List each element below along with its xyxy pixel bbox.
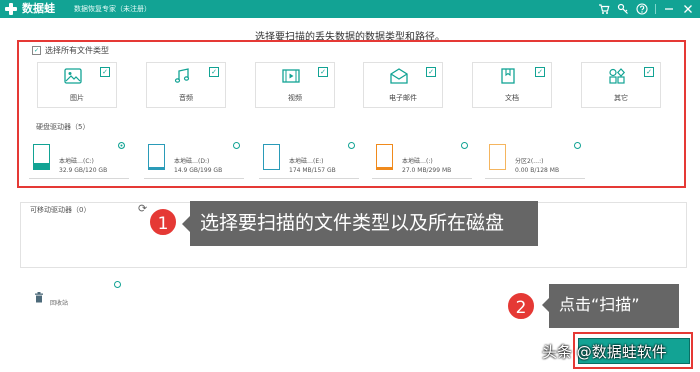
callout-step-2: 点击“扫描” bbox=[542, 284, 679, 328]
image-icon bbox=[64, 68, 82, 84]
drive-usage-fill bbox=[34, 162, 49, 169]
checkbox-checked-icon[interactable]: ✓ bbox=[209, 67, 219, 77]
checkbox-checked-icon[interactable]: ✓ bbox=[318, 67, 328, 77]
disk-radio[interactable] bbox=[574, 142, 581, 149]
drive-icon bbox=[376, 144, 393, 170]
drive-usage-fill bbox=[377, 166, 392, 169]
key-icon[interactable] bbox=[617, 3, 629, 15]
checkbox-checked-icon[interactable]: ✓ bbox=[426, 67, 436, 77]
file-type-tile-image[interactable]: ✓ 图片 bbox=[37, 62, 117, 108]
disk-usage-bar bbox=[29, 178, 129, 179]
disk-radio[interactable] bbox=[348, 142, 355, 149]
app-name: 数据蛙 bbox=[22, 2, 55, 15]
video-icon bbox=[282, 68, 300, 84]
file-type-label: 电子邮件 bbox=[389, 94, 417, 102]
disk-size: 14.9 GB/199 GB bbox=[174, 167, 223, 174]
drive-usage-fill bbox=[149, 166, 164, 169]
app-logo-icon bbox=[4, 2, 18, 16]
disk-usage-bar bbox=[485, 178, 585, 179]
select-all-label: 选择所有文件类型 bbox=[45, 46, 109, 55]
disk-size: 0.00 B/128 MB bbox=[515, 167, 560, 174]
hard-disk-section-title: 硬盘驱动器（5） bbox=[36, 123, 90, 131]
disk-usage-bar bbox=[372, 178, 472, 179]
disk-size: 27.0 MB/299 MB bbox=[402, 167, 452, 174]
checkbox-checked-icon[interactable]: ✓ bbox=[535, 67, 545, 77]
file-type-tile-other[interactable]: ✓ 其它 bbox=[581, 62, 661, 108]
disk-usage-bar bbox=[259, 178, 359, 179]
drive-icon bbox=[263, 144, 280, 170]
step-badge-2: 2 bbox=[506, 291, 536, 321]
disk-name: 本地磁…(C:) bbox=[59, 158, 94, 165]
removable-drive-title: 可移动驱动器（0） bbox=[30, 206, 91, 214]
drive-icon bbox=[33, 144, 50, 170]
file-type-tile-document[interactable]: ✓ 文档 bbox=[472, 62, 552, 108]
checkbox-checked-icon[interactable]: ✓ bbox=[644, 67, 654, 77]
disk-name: 分区2(…:) bbox=[515, 158, 544, 165]
disk-usage-bar bbox=[144, 178, 244, 179]
disk-size: 174 MB/157 GB bbox=[289, 167, 336, 174]
disk-item[interactable]: 本地磁…(E:) 174 MB/157 GB bbox=[259, 136, 367, 180]
close-icon[interactable] bbox=[682, 3, 694, 15]
checkbox-checked-icon[interactable]: ✓ bbox=[100, 67, 110, 77]
title-bar: 数据蛙 数据恢复专家（未注册） bbox=[0, 0, 700, 18]
disk-name: 本地磁…(E:) bbox=[289, 158, 324, 165]
other-icon bbox=[608, 68, 626, 84]
refresh-icon[interactable]: ⟳ bbox=[138, 202, 147, 215]
disk-item[interactable]: 本地磁…(C:) 32.9 GB/120 GB bbox=[29, 136, 137, 180]
help-icon[interactable] bbox=[636, 3, 648, 15]
titlebar-controls bbox=[598, 2, 694, 16]
file-type-label: 视频 bbox=[288, 94, 302, 102]
titlebar-divider bbox=[655, 4, 656, 14]
audio-icon bbox=[173, 68, 191, 84]
callout-text: 选择要扫描的文件类型以及所在磁盘 bbox=[200, 212, 505, 234]
file-type-tile-email[interactable]: ✓ 电子邮件 bbox=[363, 62, 443, 108]
disk-name: 本地磁…(:) bbox=[402, 158, 433, 165]
file-type-label: 图片 bbox=[70, 94, 84, 102]
cart-icon[interactable] bbox=[598, 3, 610, 15]
file-type-tile-audio[interactable]: ✓ 音频 bbox=[146, 62, 226, 108]
minimize-icon[interactable] bbox=[663, 3, 675, 15]
file-type-label: 其它 bbox=[614, 94, 628, 102]
callout-step-1: 选择要扫描的文件类型以及所在磁盘 bbox=[182, 201, 538, 246]
disk-list: 本地磁…(C:) 32.9 GB/120 GB 本地磁…(D:) 14.9 GB… bbox=[29, 136, 676, 182]
disk-radio[interactable] bbox=[461, 142, 468, 149]
disk-item[interactable]: 本地磁…(D:) 14.9 GB/199 GB bbox=[144, 136, 252, 180]
file-type-label: 文档 bbox=[505, 94, 519, 102]
document-icon bbox=[499, 68, 517, 84]
app-subtitle: 数据恢复专家（未注册） bbox=[74, 5, 151, 13]
trash-icon bbox=[34, 292, 44, 303]
recycle-bin-label: 回收站 bbox=[50, 300, 69, 307]
select-all-checkbox[interactable]: ✓ 选择所有文件类型 bbox=[32, 45, 109, 56]
file-type-label: 音频 bbox=[179, 94, 193, 102]
disk-item[interactable]: 本地磁…(:) 27.0 MB/299 MB bbox=[372, 136, 480, 180]
drive-icon bbox=[148, 144, 165, 170]
email-icon bbox=[390, 68, 408, 84]
checkbox-checked-icon: ✓ bbox=[32, 46, 41, 55]
callout-text: 点击“扫描” bbox=[559, 295, 640, 314]
file-type-tile-video[interactable]: ✓ 视频 bbox=[255, 62, 335, 108]
disk-size: 32.9 GB/120 GB bbox=[59, 167, 108, 174]
recycle-bin-radio[interactable] bbox=[114, 281, 121, 288]
watermark-text: 头条 @数据蛙软件 bbox=[542, 343, 667, 361]
drive-icon bbox=[489, 144, 506, 170]
disk-item[interactable]: 分区2(…:) 0.00 B/128 MB bbox=[485, 136, 593, 180]
disk-radio[interactable] bbox=[118, 142, 125, 149]
disk-radio[interactable] bbox=[233, 142, 240, 149]
disk-name: 本地磁…(D:) bbox=[174, 158, 210, 165]
step-badge-1: 1 bbox=[148, 207, 178, 237]
